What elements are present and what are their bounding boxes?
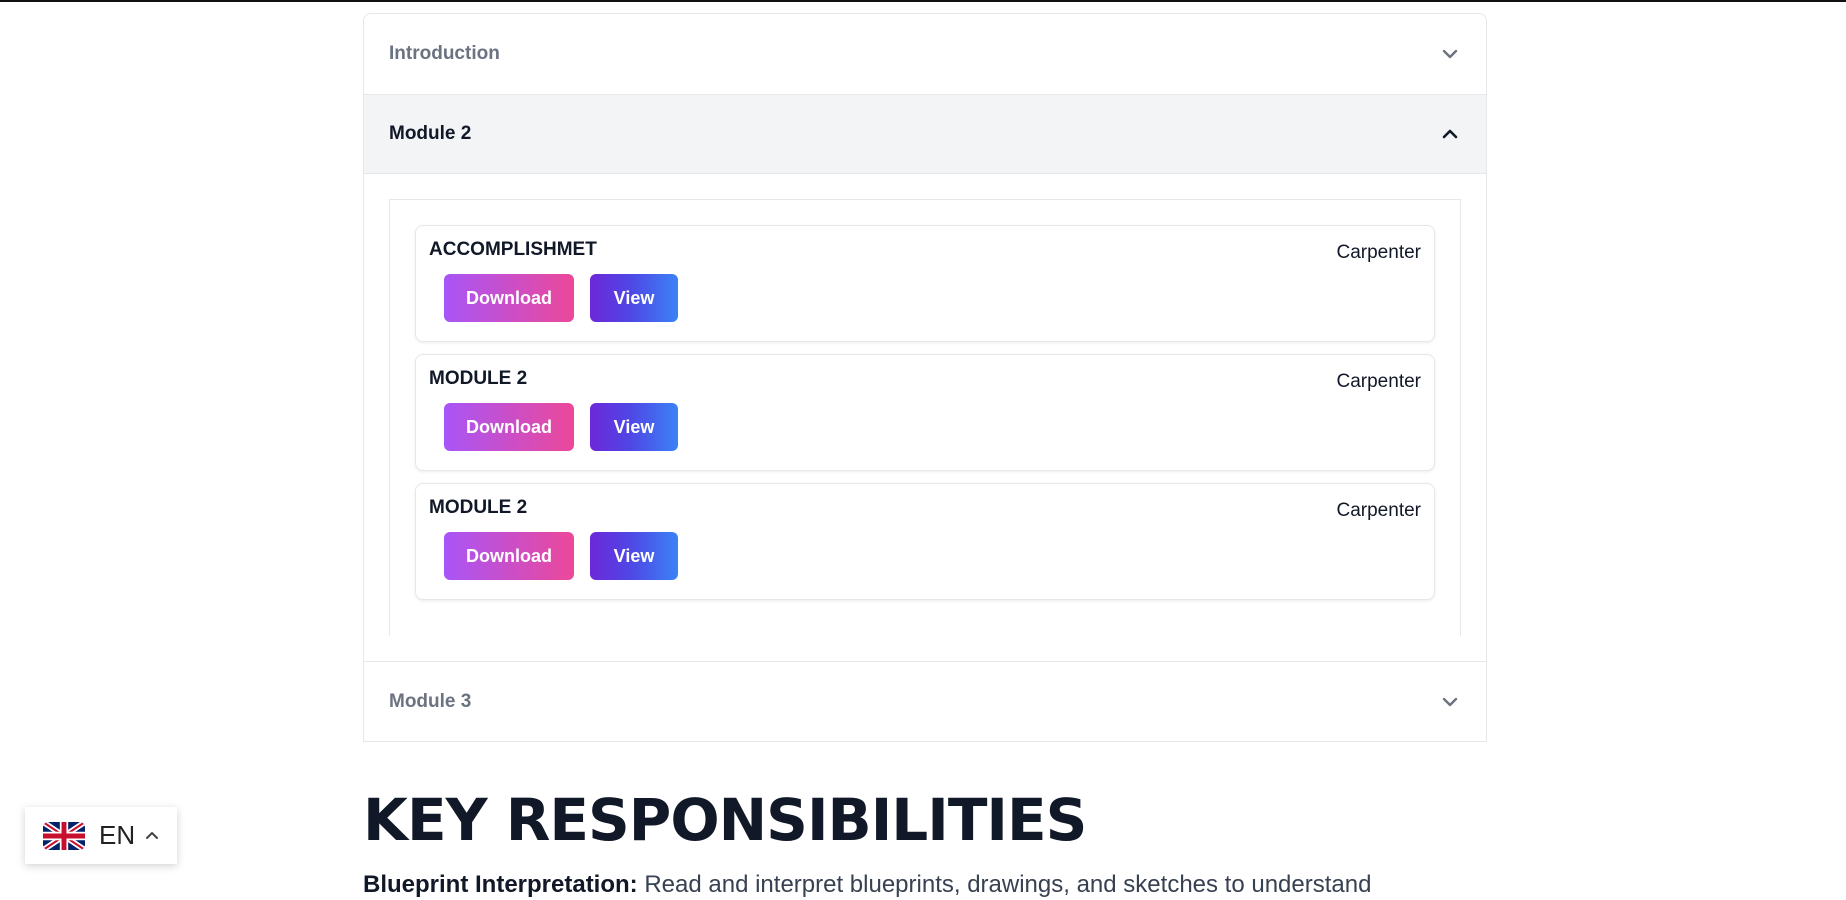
accordion-header-module-2[interactable]: Module 2 bbox=[364, 94, 1486, 174]
view-button[interactable]: View bbox=[590, 274, 678, 322]
file-card: MODULE 2 Carpenter Download View bbox=[415, 354, 1435, 471]
chevron-down-icon bbox=[1439, 43, 1461, 65]
chevron-down-icon bbox=[1439, 691, 1461, 713]
file-card: ACCOMPLISHMET Carpenter Download View bbox=[415, 225, 1435, 342]
accordion-title: Module 3 bbox=[389, 690, 472, 712]
file-actions: Download View bbox=[444, 403, 1421, 451]
file-actions: Download View bbox=[444, 274, 1421, 322]
accordion-title: Module 2 bbox=[389, 123, 472, 144]
accordion-title: Introduction bbox=[389, 43, 500, 64]
accordion-header-module-3[interactable]: Module 3 bbox=[364, 661, 1486, 741]
section-heading: KEY RESPONSIBILITIES bbox=[363, 786, 1087, 854]
download-button[interactable]: Download bbox=[444, 403, 574, 451]
file-name: MODULE 2 bbox=[429, 497, 528, 518]
uk-flag-icon bbox=[43, 821, 85, 850]
accordion-panel-module-2: ACCOMPLISHMET Carpenter Download View MO… bbox=[364, 174, 1486, 661]
file-trade: Carpenter bbox=[1336, 371, 1422, 392]
file-card: MODULE 2 Carpenter Download View bbox=[415, 483, 1435, 600]
download-button[interactable]: Download bbox=[444, 532, 574, 580]
file-name: ACCOMPLISHMET bbox=[429, 239, 597, 260]
responsibility-description: Read and interpret blueprints, drawings,… bbox=[637, 871, 1372, 898]
view-button[interactable]: View bbox=[590, 403, 678, 451]
top-border bbox=[0, 0, 1846, 2]
file-actions: Download View bbox=[444, 532, 1421, 580]
chevron-up-icon bbox=[145, 827, 159, 845]
accordion-header-introduction[interactable]: Introduction bbox=[364, 14, 1486, 94]
download-button[interactable]: Download bbox=[444, 274, 574, 322]
modules-accordion: Introduction Module 2 ACCOMPLISHMET Carp… bbox=[363, 13, 1487, 742]
view-button[interactable]: View bbox=[590, 532, 678, 580]
chevron-up-icon bbox=[1439, 123, 1461, 145]
language-code: EN bbox=[99, 820, 136, 850]
file-trade: Carpenter bbox=[1336, 242, 1422, 263]
responsibility-title: Blueprint Interpretation: bbox=[363, 871, 638, 898]
language-switcher[interactable]: EN bbox=[25, 807, 177, 864]
file-list: ACCOMPLISHMET Carpenter Download View MO… bbox=[389, 199, 1461, 636]
file-trade: Carpenter bbox=[1336, 500, 1422, 521]
file-name: MODULE 2 bbox=[429, 368, 528, 389]
